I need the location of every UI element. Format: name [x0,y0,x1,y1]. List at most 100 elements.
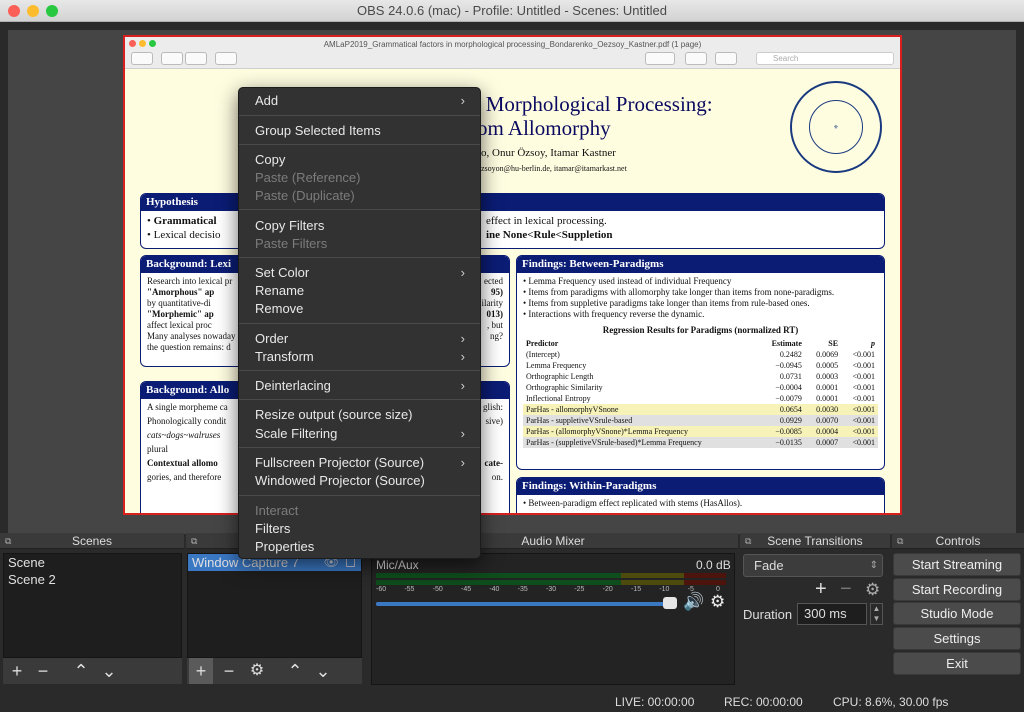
bg-allo-text-right: sive) [485,416,504,426]
source-properties-gear-icon[interactable]: ⚙ [245,658,269,684]
settings-button[interactable]: Settings [893,627,1021,650]
menu-item-resize-output-source-size[interactable]: Resize output (source size) [255,406,465,424]
bg-lex-text-right: 95) [491,287,503,297]
regression-cell: 0.0007 [804,437,842,448]
duration-input[interactable]: 300 ms [797,603,867,625]
menu-item-copy[interactable]: Copy [255,151,465,169]
menu-item-add[interactable]: Add › [255,92,465,110]
select-updown-icon: ⇕ [869,560,878,571]
menu-item-label: Filters [255,521,291,536]
regression-row: Lemma Frequency −0.0945 0.0005 <0.001 [523,360,878,371]
move-source-down-chevron-icon[interactable]: ⌄ [311,658,335,684]
volume-slider-handle[interactable] [663,597,677,609]
duration-stepper-icon[interactable]: ▲ ▼ [870,603,883,625]
exit-button[interactable]: Exit [893,652,1021,675]
regression-row: (Intercept) 0.2482 0.0069 <0.001 [523,349,878,360]
meter-tick-label: -45 [461,586,472,593]
sources-list: Window Capture 7 👁 [187,553,362,658]
bg-allo-text-right: glish: [482,402,503,412]
transitions-float-icon[interactable]: ⧉ [745,533,751,549]
menu-item-label: Rename [255,283,305,298]
move-source-up-chevron-icon[interactable]: ⌃ [283,658,307,684]
menu-item-deinterlacing[interactable]: Deinterlacing › [255,377,465,395]
move-scene-down-chevron-icon[interactable]: ⌄ [97,658,121,684]
poster-title-line1: n Morphological Processing: [470,92,713,116]
regression-cell: <0.001 [841,404,878,415]
submenu-chevron-icon: › [460,265,465,280]
submenu-chevron-icon: › [460,426,465,441]
bg-lex-text: Many analyses nowaday [147,331,236,341]
regression-cell: 0.0003 [816,372,839,381]
between-bullet-text: Items from suppletive paradigms take lon… [528,298,810,308]
submenu-chevron-icon: › [460,455,465,470]
move-scene-up-chevron-icon[interactable]: ⌃ [69,658,93,684]
minimize-window-button[interactable] [27,5,39,17]
menu-item-paste-reference: Paste (Reference) [255,169,465,187]
menu-item-rename[interactable]: Rename [255,282,465,300]
transition-properties-gear-icon[interactable]: ⚙ [865,580,880,600]
menu-item-group-selected-items[interactable]: Group Selected Items [255,122,465,140]
hypothesis-line1-a: Grammatical [153,215,217,227]
findings-within-heading: Findings: Within-Paradigms [517,478,884,495]
menu-item-transform[interactable]: Transform › [255,348,465,366]
poster-title-line2: rom Allomorphy [470,116,611,140]
volume-slider-track[interactable] [376,602,668,606]
transition-select[interactable]: Fade ⇕ [743,554,883,577]
menu-item-set-color[interactable]: Set Color › [255,264,465,282]
meter-tick-label: -50 [432,586,443,593]
menu-item-label: Paste (Duplicate) [255,188,355,203]
studio-mode-button[interactable]: Studio Mode [893,602,1021,625]
menu-item-label: Copy Filters [255,218,325,233]
menu-item-fullscreen-projector-source[interactable]: Fullscreen Projector (Source) › [255,454,465,472]
lock-icon[interactable] [346,558,355,567]
mute-speaker-icon[interactable]: 🔊 [683,592,704,612]
menu-separator [239,209,480,210]
menu-item-label: Remove [255,301,304,316]
zoom-in-icon [185,52,207,65]
regression-cell: ParHas - suppletiveVSrule-based [523,415,759,426]
remove-scene-minus-icon[interactable]: − [31,658,55,684]
menu-separator [239,370,480,371]
bg-allo-text-right: on. [491,472,503,482]
between-bullet: • Items from paradigms with allomorphy t… [523,287,835,297]
regression-cell: 0.0731 [779,372,802,381]
menu-item-properties[interactable]: Properties [255,538,465,556]
bg-allo-text: cats~dogs~walruses [147,430,221,440]
regression-row: ParHas - (suppletiveVSrule-based)*Lemma … [523,437,878,448]
meter-tick-label: -35 [517,586,528,593]
scene-item[interactable]: Scene 2 [4,571,181,588]
menu-item-label: Properties [255,539,315,554]
sources-float-icon[interactable]: ⧉ [191,533,197,549]
remove-source-minus-icon[interactable]: − [217,658,241,684]
menu-item-scale-filtering[interactable]: Scale Filtering › [255,425,465,443]
add-source-plus-icon[interactable]: + [189,658,213,684]
menu-item-windowed-projector-source[interactable]: Windowed Projector (Source) [255,472,465,490]
scenes-float-icon[interactable]: ⧉ [5,533,11,549]
controls-float-icon[interactable]: ⧉ [897,533,903,549]
bg-lex-text-right: , but [486,320,503,330]
controls-dock-title: Controls [935,534,981,548]
transitions-dock-header: ⧉ Scene Transitions [740,533,890,549]
regression-cell: 0.0070 [804,415,842,426]
add-transition-plus-icon[interactable]: + [815,578,827,601]
regression-cell: <0.001 [852,361,875,370]
zoom-window-button[interactable] [46,5,58,17]
share-icon [215,52,237,65]
bg-allo-text-right: cate- [484,458,503,468]
findings-between-bullets: • Lemma Frequency used instead of indivi… [523,276,878,320]
menu-item-remove[interactable]: Remove [255,300,465,318]
sources-toolbar: + − ⚙ ⌃ ⌄ [187,658,362,684]
regression-cell: <0.001 [841,415,878,426]
add-scene-plus-icon[interactable]: + [5,658,29,684]
remove-transition-minus-icon[interactable]: − [840,578,852,601]
start-streaming-button[interactable]: Start Streaming [893,553,1021,576]
start-recording-button[interactable]: Start Recording [893,578,1021,601]
audio-level-db: 0.0 dB [696,558,731,572]
audio-settings-gear-icon[interactable]: ⚙ [710,592,725,612]
between-bullet-text: Interactions with frequency reverse the … [528,309,705,319]
menu-item-filters[interactable]: Filters [255,520,465,538]
scene-item[interactable]: Scene [4,554,181,571]
menu-item-order[interactable]: Order › [255,330,465,348]
close-window-button[interactable] [8,5,20,17]
menu-item-copy-filters[interactable]: Copy Filters [255,217,465,235]
